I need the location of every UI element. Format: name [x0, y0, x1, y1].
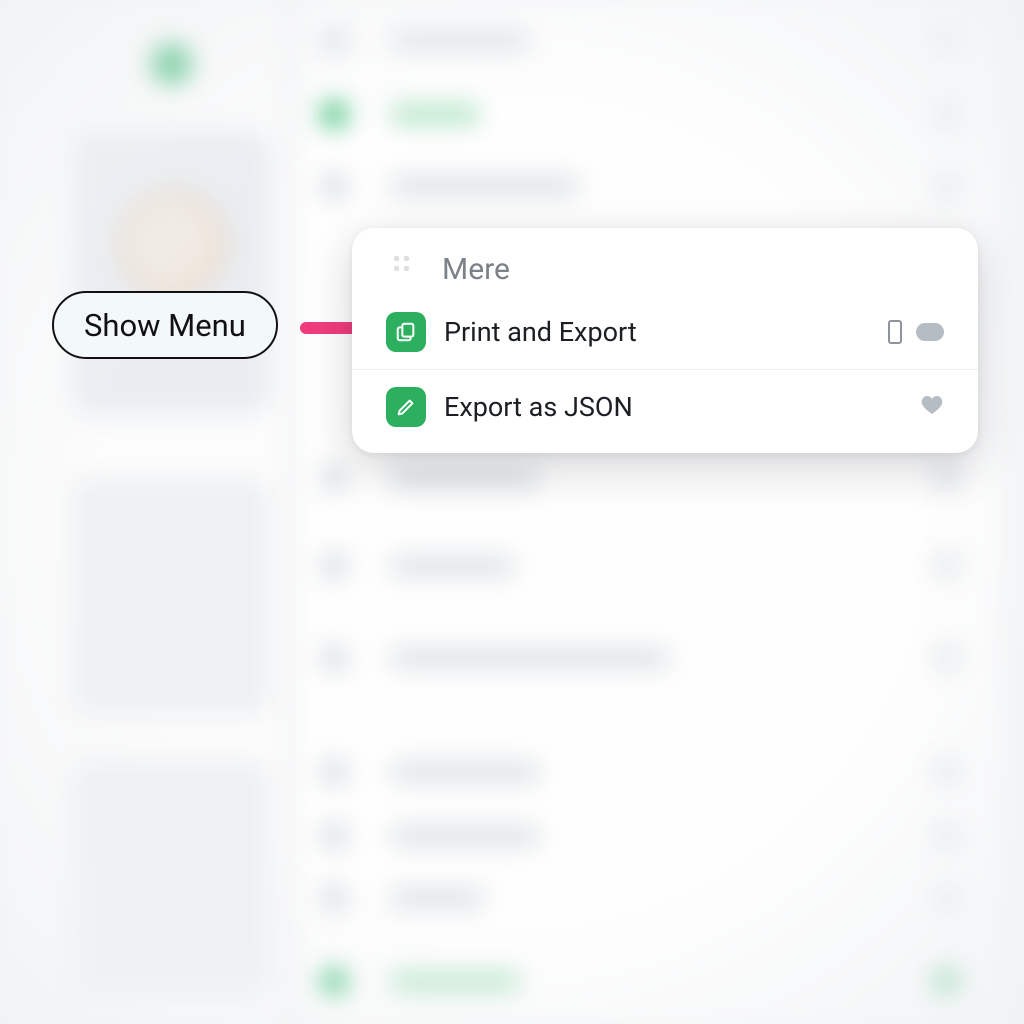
- blurred-background: [0, 0, 1024, 1024]
